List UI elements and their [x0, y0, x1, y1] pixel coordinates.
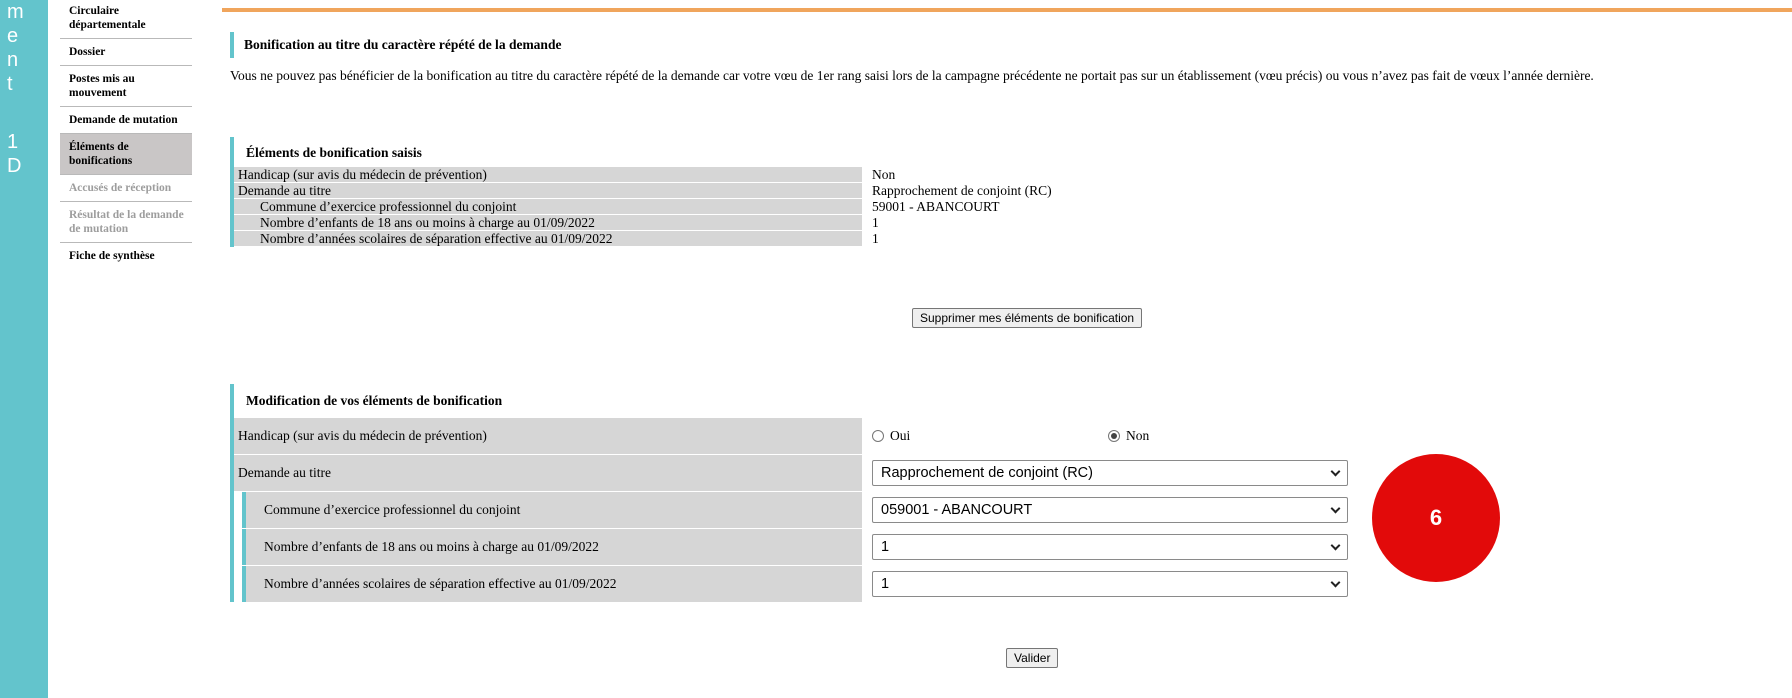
delete-bonus-elements-button[interactable]: Supprimer mes éléments de bonification — [912, 308, 1143, 328]
radio-non-icon[interactable] — [1108, 430, 1120, 442]
table-row: Handicap (sur avis du médecin de prévent… — [234, 167, 1792, 183]
radio-non[interactable]: Non — [1108, 428, 1149, 444]
row-value: 59001 - ABANCOURT — [872, 199, 1000, 214]
chevron-down-icon — [1330, 466, 1341, 476]
row-value: Rapprochement de conjoint (RC) — [872, 183, 1052, 198]
top-divider — [222, 8, 1792, 12]
side-accent-strip: m e n t 1 D — [0, 0, 48, 698]
validate-button[interactable]: Valider — [1006, 648, 1059, 668]
vertical-letter: D — [7, 155, 22, 177]
vertical-letter: n — [7, 49, 19, 71]
table-row: Nombre d’enfants de 18 ans ou moins à ch… — [234, 215, 1792, 231]
nav-item-postes[interactable]: Postes mis au mouvement — [60, 66, 192, 107]
row-label: Commune d’exercice professionnel du conj… — [234, 199, 862, 215]
form-row-enfants: Nombre d’enfants de 18 ans ou moins à ch… — [234, 528, 1370, 565]
row-value: 1 — [872, 215, 879, 230]
row-label: Nombre d’années scolaires de séparation … — [234, 231, 862, 247]
modification-form: Modification de vos éléments de bonifica… — [230, 384, 1370, 602]
row-label: Nombre d’enfants de 18 ans ou moins à ch… — [234, 215, 862, 231]
form-row-handicap: Handicap (sur avis du médecin de prévent… — [234, 417, 1370, 454]
demande-select[interactable]: Rapprochement de conjoint (RC) — [872, 460, 1348, 486]
separation-label: Nombre d’années scolaires de séparation … — [242, 566, 862, 602]
separation-select-value: 1 — [881, 576, 890, 592]
row-value: 1 — [872, 231, 879, 246]
repeat-section-title: Bonification au titre du caractère répét… — [230, 32, 561, 58]
step-number: 6 — [1429, 505, 1443, 530]
commune-label: Commune d’exercice professionnel du conj… — [242, 492, 862, 528]
vertical-letter: t — [7, 73, 13, 95]
vertical-letter: 1 — [7, 131, 19, 153]
nav-item-demande-mutation[interactable]: Demande de mutation — [60, 107, 192, 134]
form-row-commune: Commune d’exercice professionnel du conj… — [234, 491, 1370, 528]
chevron-down-icon — [1330, 577, 1341, 587]
enfants-select[interactable]: 1 — [872, 534, 1348, 560]
radio-oui[interactable]: Oui — [872, 428, 1108, 444]
nav-item-dossier[interactable]: Dossier — [60, 39, 192, 66]
modification-title: Modification de vos éléments de bonifica… — [246, 393, 503, 408]
table-row: Nombre d’années scolaires de séparation … — [234, 231, 1792, 247]
enfants-label: Nombre d’enfants de 18 ans ou moins à ch… — [242, 529, 862, 565]
handicap-label: Handicap (sur avis du médecin de prévent… — [234, 418, 862, 454]
step-number-badge: 6 — [1372, 454, 1500, 582]
nav-item-fiche-synthese[interactable]: Fiche de synthèse — [60, 243, 192, 269]
demande-select-value: Rapprochement de conjoint (RC) — [881, 465, 1093, 481]
chevron-down-icon — [1330, 540, 1341, 550]
enfants-select-value: 1 — [881, 539, 890, 555]
commune-select-value: 059001 - ABANCOURT — [881, 502, 1033, 518]
nav-item-accuses-reception: Accusés de réception — [60, 175, 192, 202]
nav-item-resultat-demande: Résultat de la demande de mutation — [60, 202, 192, 243]
table-row: Commune d’exercice professionnel du conj… — [234, 199, 1792, 215]
nav-item-elements-bonifications[interactable]: Éléments de bonifications — [60, 134, 192, 175]
repeat-info-message: Vous ne pouvez pas bénéficier de la boni… — [230, 68, 1594, 83]
saved-elements-table: Éléments de bonification saisis Handicap… — [230, 137, 1792, 247]
commune-select[interactable]: 059001 - ABANCOURT — [872, 497, 1348, 523]
row-label: Handicap (sur avis du médecin de prévent… — [234, 167, 862, 183]
separation-select[interactable]: 1 — [872, 571, 1348, 597]
vertical-letter: e — [7, 25, 19, 47]
row-label: Demande au titre — [234, 183, 862, 199]
table-row: Demande au titre Rapprochement de conjoi… — [234, 183, 1792, 199]
radio-non-label: Non — [1126, 428, 1150, 443]
left-navigation: Circulaire départementale Dossier Postes… — [60, 0, 192, 269]
form-row-separation: Nombre d’années scolaires de séparation … — [234, 565, 1370, 602]
saved-elements-title: Éléments de bonification saisis — [246, 145, 422, 160]
demande-label: Demande au titre — [234, 455, 862, 491]
radio-oui-icon[interactable] — [872, 430, 884, 442]
chevron-down-icon — [1330, 503, 1341, 513]
vertical-letter: m — [7, 1, 24, 23]
radio-oui-label: Oui — [890, 428, 911, 443]
form-row-demande: Demande au titre Rapprochement de conjoi… — [234, 454, 1370, 491]
nav-item-circulaire[interactable]: Circulaire départementale — [60, 0, 192, 39]
row-value: Non — [872, 167, 896, 182]
